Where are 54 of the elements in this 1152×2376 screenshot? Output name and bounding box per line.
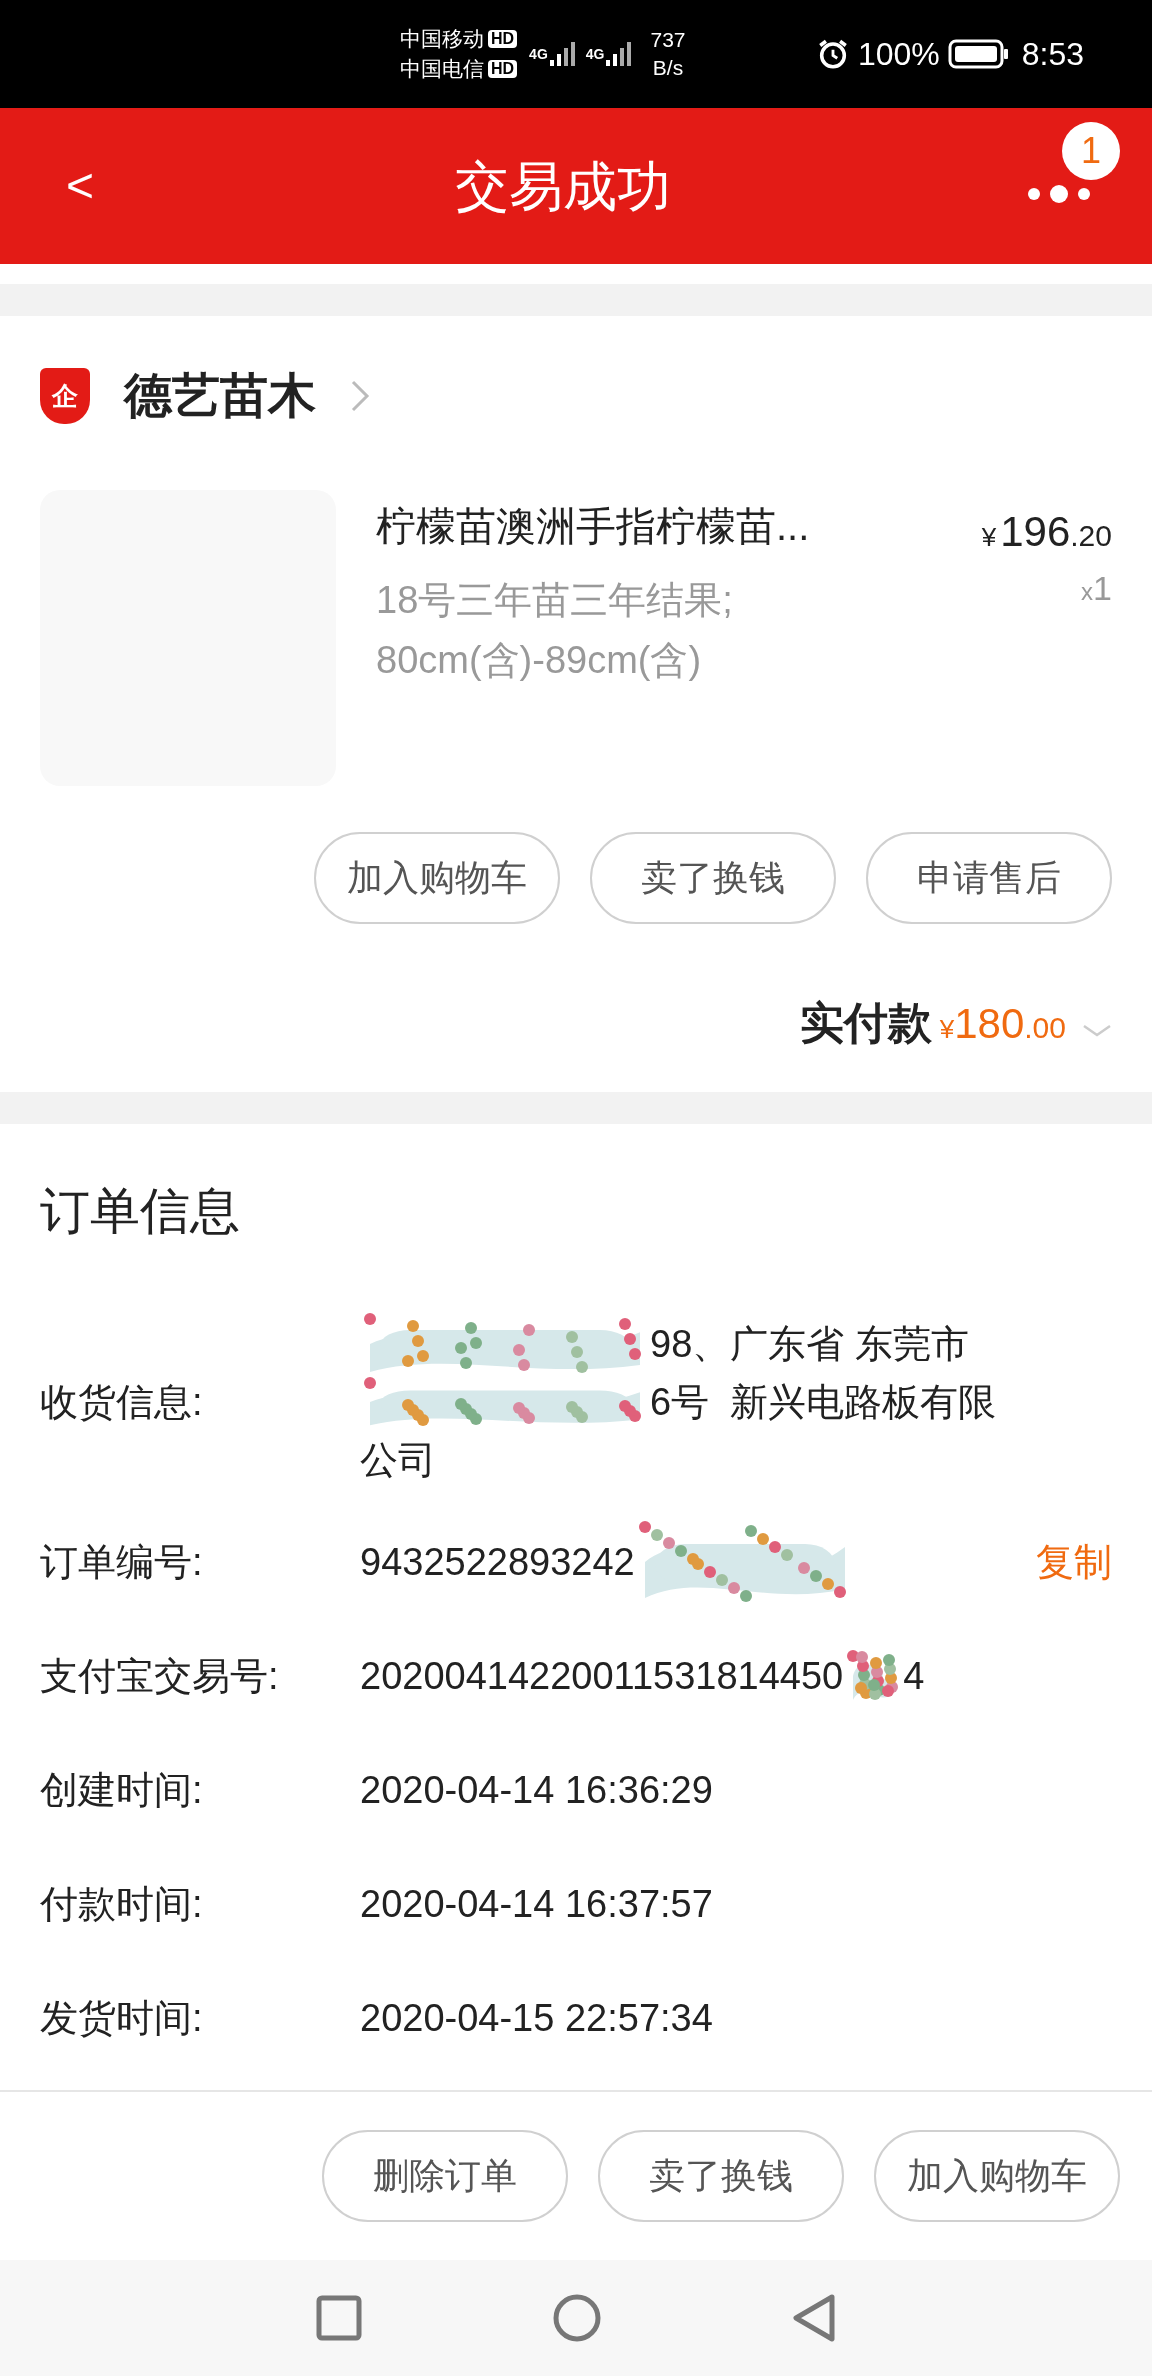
price-integer: 196 xyxy=(1000,507,1071,557)
info-value: 2020-04-15 22:57:34 xyxy=(360,1995,713,2041)
shop-badge-icon: 企 xyxy=(40,368,90,424)
info-value: 2020-04-14 16:36:29 xyxy=(360,1767,713,1813)
info-label: 订单编号: xyxy=(40,1539,204,1585)
speed-unit: B/s xyxy=(652,55,684,81)
price-decimal: .20 xyxy=(1070,518,1112,554)
paid-integer: 180 xyxy=(954,999,1025,1049)
info-value: 2020-04-14 16:37:57 xyxy=(360,1881,713,1927)
action-button[interactable]: 申请售后 xyxy=(866,832,1112,924)
network-type: 4G xyxy=(585,44,605,64)
product-specs: 18号三年苗三年结果; 80cm(含)-89cm(含) xyxy=(376,578,734,683)
info-label: 支付宝交易号: xyxy=(40,1653,280,1699)
trade-number-tail: 4 xyxy=(903,1653,925,1699)
address-text: 6号 新兴电路板有限 xyxy=(650,1380,997,1425)
product-title: 柠檬苗澳洲手指柠檬苗... xyxy=(376,503,811,550)
quantity: 1 xyxy=(1093,568,1112,609)
battery-icon xyxy=(947,39,1010,69)
more-icon[interactable] xyxy=(1026,182,1092,206)
carrier-name: 中国移动 xyxy=(400,26,484,52)
currency-symbol: ¥ xyxy=(939,1014,955,1046)
address-text: 公司 xyxy=(360,1438,437,1483)
info-label: 付款时间: xyxy=(40,1881,204,1927)
action-button[interactable]: 卖了换钱 xyxy=(590,832,836,924)
back-button[interactable]: < xyxy=(60,150,100,222)
notification-badge: 1 xyxy=(1062,122,1120,180)
action-button[interactable]: 加入购物车 xyxy=(874,2130,1120,2222)
section-title: 订单信息 xyxy=(40,1182,241,1241)
signal-icon xyxy=(547,40,578,68)
action-button[interactable]: 卖了换钱 xyxy=(598,2130,844,2222)
network-speed: 737 xyxy=(650,27,686,53)
address-text: 98、广东省 东莞市 xyxy=(650,1322,969,1367)
hd-badge: HD xyxy=(488,30,518,48)
hd-badge: HD xyxy=(488,60,518,78)
info-label: 收货信息: xyxy=(40,1379,204,1425)
trade-number: 20200414220011531814450 xyxy=(360,1653,844,1699)
back-nav-icon[interactable] xyxy=(792,2293,836,2343)
quantity-prefix: x xyxy=(1081,578,1094,607)
action-button[interactable]: 加入购物车 xyxy=(314,832,560,924)
clock-time: 8:53 xyxy=(1021,35,1084,74)
carrier-name: 中国电信 xyxy=(400,56,484,82)
shop-name: 德艺苗木 xyxy=(124,368,316,424)
home-nav-icon[interactable] xyxy=(552,2293,602,2343)
action-button[interactable]: 删除订单 xyxy=(322,2130,568,2222)
network-type: 4G xyxy=(529,44,548,64)
paid-decimal: .00 xyxy=(1024,1010,1066,1046)
currency-symbol: ¥ xyxy=(981,521,997,554)
info-label: 发货时间: xyxy=(40,1995,204,2041)
info-label: 创建时间: xyxy=(40,1767,204,1813)
paid-label: 实付款 xyxy=(799,997,932,1049)
page-title: 交易成功 xyxy=(454,154,672,218)
order-number: 9432522893242 xyxy=(360,1539,635,1585)
battery-percent: 100% xyxy=(857,35,940,74)
square-nav-icon[interactable] xyxy=(316,2295,362,2341)
